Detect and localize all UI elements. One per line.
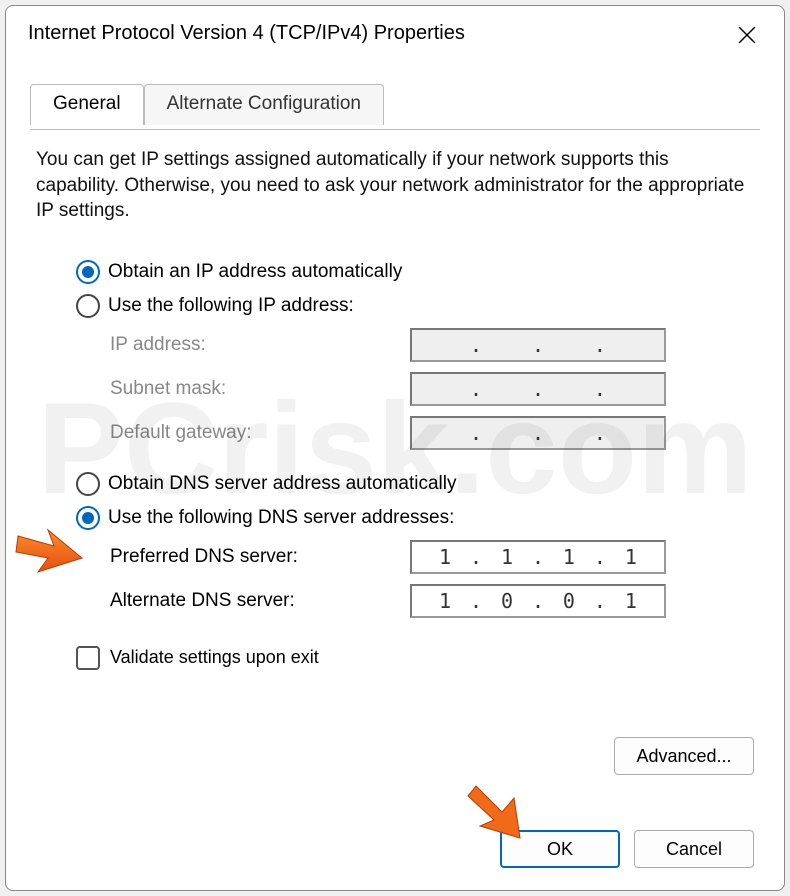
- preferred-dns-label: Preferred DNS server:: [110, 546, 410, 568]
- default-gateway-label: Default gateway:: [110, 422, 410, 444]
- subnet-mask-input: ...: [410, 372, 666, 406]
- close-icon: [738, 26, 756, 44]
- radio-obtain-dns-auto[interactable]: [76, 472, 100, 496]
- radio-use-following-ip-label: Use the following IP address:: [108, 295, 354, 317]
- validate-settings-label: Validate settings upon exit: [110, 647, 319, 668]
- close-button[interactable]: [728, 20, 766, 50]
- tab-general[interactable]: General: [30, 84, 144, 125]
- radio-obtain-ip-auto[interactable]: [76, 260, 100, 284]
- ip-address-input: ...: [410, 328, 666, 362]
- intro-text: You can get IP settings assigned automat…: [36, 147, 754, 224]
- radio-obtain-dns-auto-label: Obtain DNS server address automatically: [108, 473, 456, 495]
- tab-alternate-configuration[interactable]: Alternate Configuration: [144, 84, 384, 125]
- properties-dialog: Internet Protocol Version 4 (TCP/IPv4) P…: [5, 5, 785, 891]
- preferred-dns-input[interactable]: 1. 1. 1. 1: [410, 540, 666, 574]
- radio-use-following-dns[interactable]: [76, 506, 100, 530]
- radio-obtain-ip-auto-label: Obtain an IP address automatically: [108, 261, 402, 283]
- ok-button[interactable]: OK: [500, 830, 620, 868]
- default-gateway-input: ...: [410, 416, 666, 450]
- validate-settings-checkbox[interactable]: [76, 646, 100, 670]
- subnet-mask-label: Subnet mask:: [110, 378, 410, 400]
- window-title: Internet Protocol Version 4 (TCP/IPv4) P…: [28, 22, 465, 45]
- alternate-dns-input[interactable]: 1. 0. 0. 1: [410, 584, 666, 618]
- advanced-button[interactable]: Advanced...: [614, 737, 754, 775]
- alternate-dns-label: Alternate DNS server:: [110, 590, 410, 612]
- ip-address-label: IP address:: [110, 334, 410, 356]
- radio-use-following-dns-label: Use the following DNS server addresses:: [108, 507, 454, 529]
- cancel-button[interactable]: Cancel: [634, 830, 754, 868]
- radio-use-following-ip[interactable]: [76, 294, 100, 318]
